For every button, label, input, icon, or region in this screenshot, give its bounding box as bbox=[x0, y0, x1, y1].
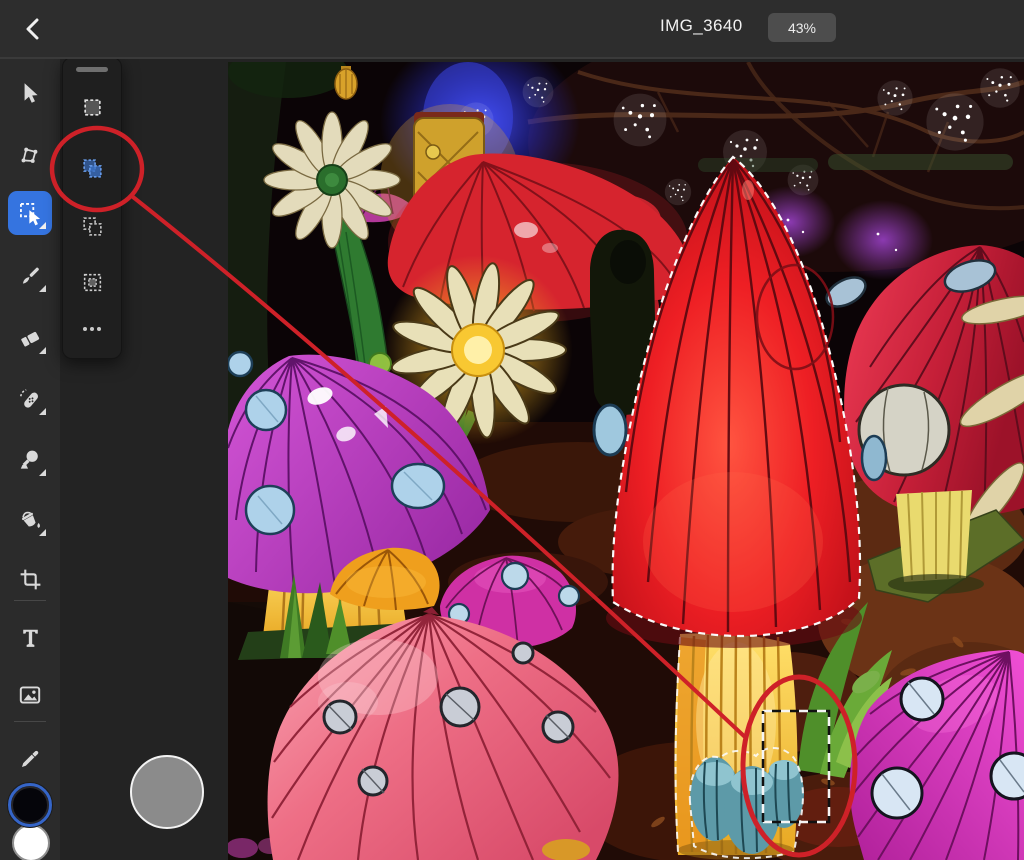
flyout-indicator bbox=[39, 469, 46, 476]
add-to-selection-icon bbox=[82, 158, 102, 178]
tool-transform-select[interactable] bbox=[8, 191, 52, 235]
intersect-selection-icon bbox=[83, 273, 101, 291]
top-bar: IMG_3640 43% bbox=[0, 0, 1024, 59]
tiny-yellow-cap bbox=[542, 839, 590, 860]
tool-lasso[interactable] bbox=[8, 133, 52, 177]
toolbar-divider bbox=[14, 721, 46, 722]
chevron-left-icon bbox=[26, 18, 39, 40]
lantern-scene bbox=[222, 12, 1024, 860]
tool-fill[interactable] bbox=[8, 498, 52, 542]
flyout-indicator bbox=[39, 408, 46, 415]
subtract-from-selection-icon bbox=[82, 216, 102, 236]
back-button[interactable] bbox=[18, 14, 48, 44]
option-intersect-selection[interactable] bbox=[72, 262, 112, 302]
tool-eyedropper[interactable] bbox=[8, 736, 52, 780]
photoshop-window: IMG_3640 43% bbox=[0, 0, 1024, 860]
flyout-indicator bbox=[39, 347, 46, 354]
foreground-color-swatch[interactable] bbox=[8, 783, 52, 827]
toolbar-divider bbox=[14, 600, 46, 601]
tool-move[interactable] bbox=[8, 71, 52, 115]
tool-healing[interactable] bbox=[8, 377, 52, 421]
tool-crop[interactable] bbox=[8, 557, 52, 601]
tool-place-image[interactable] bbox=[8, 673, 52, 717]
bottom-right-magenta-mushroom bbox=[849, 650, 1024, 860]
new-selection-icon bbox=[83, 98, 101, 116]
type-tool-icon bbox=[22, 629, 38, 647]
cursor-arrow-icon bbox=[24, 83, 38, 103]
flyout-drag-handle[interactable] bbox=[76, 67, 108, 72]
photo-canvas[interactable] bbox=[222, 12, 1024, 860]
tool-eraser[interactable] bbox=[8, 316, 52, 360]
option-subtract-from-selection[interactable] bbox=[72, 206, 112, 246]
flyout-indicator bbox=[39, 222, 46, 229]
tool-brush[interactable] bbox=[8, 254, 52, 298]
option-new-selection[interactable] bbox=[72, 87, 112, 127]
place-image-icon bbox=[19, 686, 41, 704]
flyout-indicator bbox=[39, 529, 46, 536]
background-color-swatch[interactable] bbox=[12, 824, 50, 860]
tool-sidebar bbox=[0, 57, 60, 860]
zoom-level-badge[interactable]: 43% bbox=[768, 13, 836, 42]
ellipsis-icon bbox=[83, 327, 101, 331]
crop-icon bbox=[20, 569, 40, 589]
tool-clone-stamp[interactable] bbox=[8, 438, 52, 482]
polygon-lasso-icon bbox=[21, 147, 38, 163]
option-add-to-selection[interactable] bbox=[72, 148, 112, 188]
option-more-selection-options[interactable] bbox=[72, 309, 112, 349]
tool-type[interactable] bbox=[8, 615, 52, 659]
flyout-indicator bbox=[39, 285, 46, 292]
document-title: IMG_3640 bbox=[660, 16, 743, 35]
touch-shortcut-control[interactable] bbox=[130, 755, 204, 829]
selection-options-flyout bbox=[62, 57, 122, 359]
eyedropper-icon bbox=[21, 750, 38, 767]
